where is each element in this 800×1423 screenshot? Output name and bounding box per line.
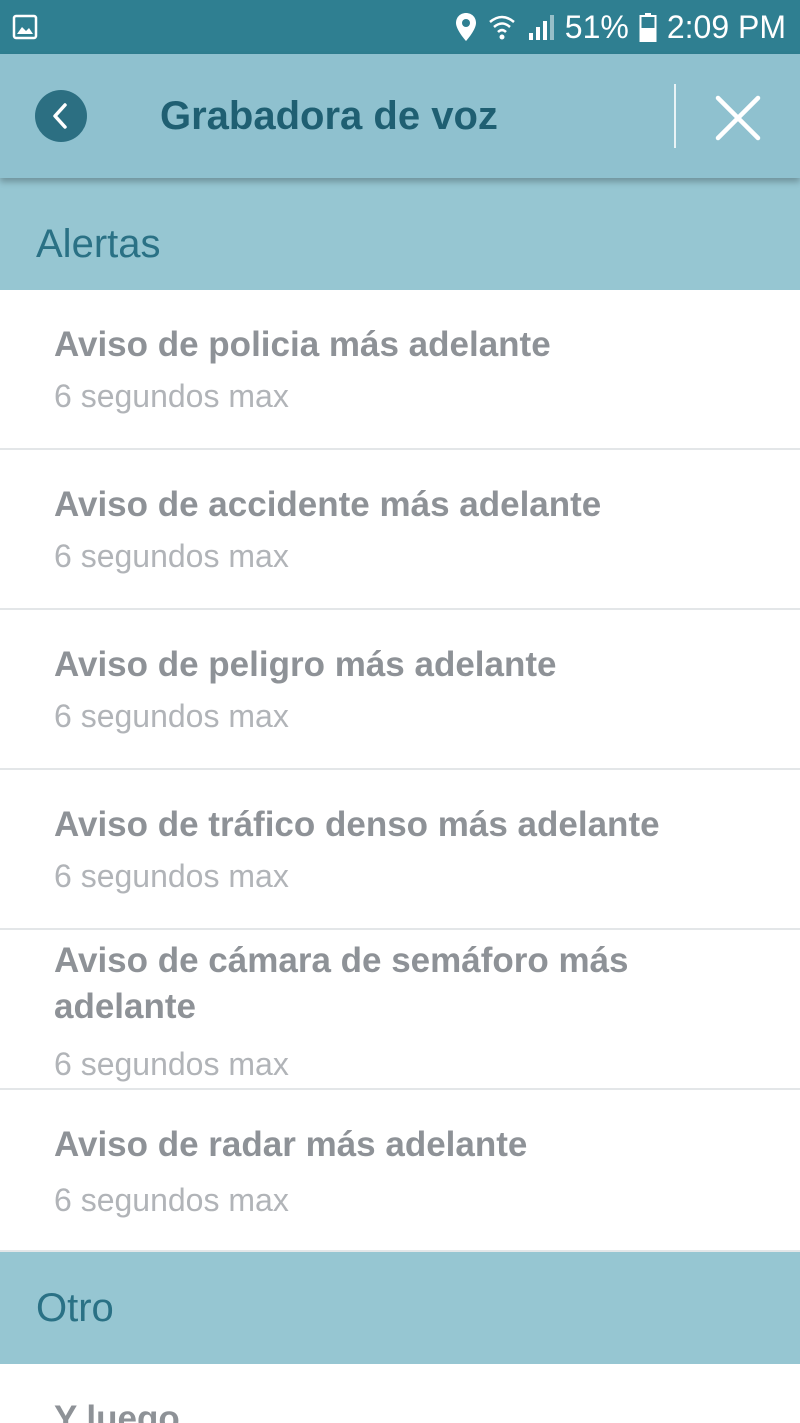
list-item-camara-semaforo[interactable]: Aviso de cámara de semáforo más adelante… xyxy=(0,930,800,1090)
item-subtitle: 6 segundos max xyxy=(54,1182,289,1218)
battery-icon xyxy=(639,13,657,42)
close-button[interactable] xyxy=(712,92,764,144)
app-bar: Grabadora de voz xyxy=(0,54,800,178)
clock: 2:09 PM xyxy=(666,8,786,45)
close-icon xyxy=(715,95,761,141)
list-item-trafico[interactable]: Aviso de tráfico denso más adelante 6 se… xyxy=(0,770,800,930)
item-title: Aviso de cámara de semáforo más adelante xyxy=(54,941,629,1026)
item-subtitle: 6 segundos max xyxy=(54,1046,289,1082)
list-item-peligro[interactable]: Aviso de peligro más adelante 6 segundos… xyxy=(0,610,800,770)
section-header-alertas: Alertas xyxy=(0,178,800,290)
battery-percent: 51% xyxy=(564,8,629,45)
image-icon xyxy=(12,14,38,40)
chevron-left-icon xyxy=(53,103,67,129)
item-title: Aviso de accidente más adelante xyxy=(54,485,602,524)
location-icon xyxy=(455,13,476,41)
wifi-icon xyxy=(488,15,515,40)
item-title: Y luego xyxy=(54,1399,180,1423)
item-subtitle: 6 segundos max xyxy=(54,698,289,734)
list-item-policia[interactable]: Aviso de policia más adelante 6 segundos… xyxy=(0,290,800,450)
item-title: Aviso de peligro más adelante xyxy=(54,645,557,684)
list-item-radar[interactable]: Aviso de radar más adelante 6 segundos m… xyxy=(0,1090,800,1252)
back-button[interactable] xyxy=(35,90,87,142)
list-item-accidente[interactable]: Aviso de accidente más adelante 6 segund… xyxy=(0,450,800,610)
app-bar-divider xyxy=(674,84,676,148)
list-item-y-luego[interactable]: Y luego xyxy=(0,1364,800,1423)
page-title: Grabadora de voz xyxy=(160,93,498,138)
item-title: Aviso de radar más adelante xyxy=(54,1125,528,1164)
item-title: Aviso de tráfico denso más adelante xyxy=(54,805,660,844)
signal-icon xyxy=(528,15,554,40)
section-header-otro: Otro xyxy=(0,1252,800,1364)
item-subtitle: 6 segundos max xyxy=(54,378,289,414)
item-title: Aviso de policia más adelante xyxy=(54,325,551,364)
status-bar: 51% 2:09 PM xyxy=(0,0,800,54)
item-subtitle: 6 segundos max xyxy=(54,538,289,574)
item-subtitle: 6 segundos max xyxy=(54,858,289,894)
